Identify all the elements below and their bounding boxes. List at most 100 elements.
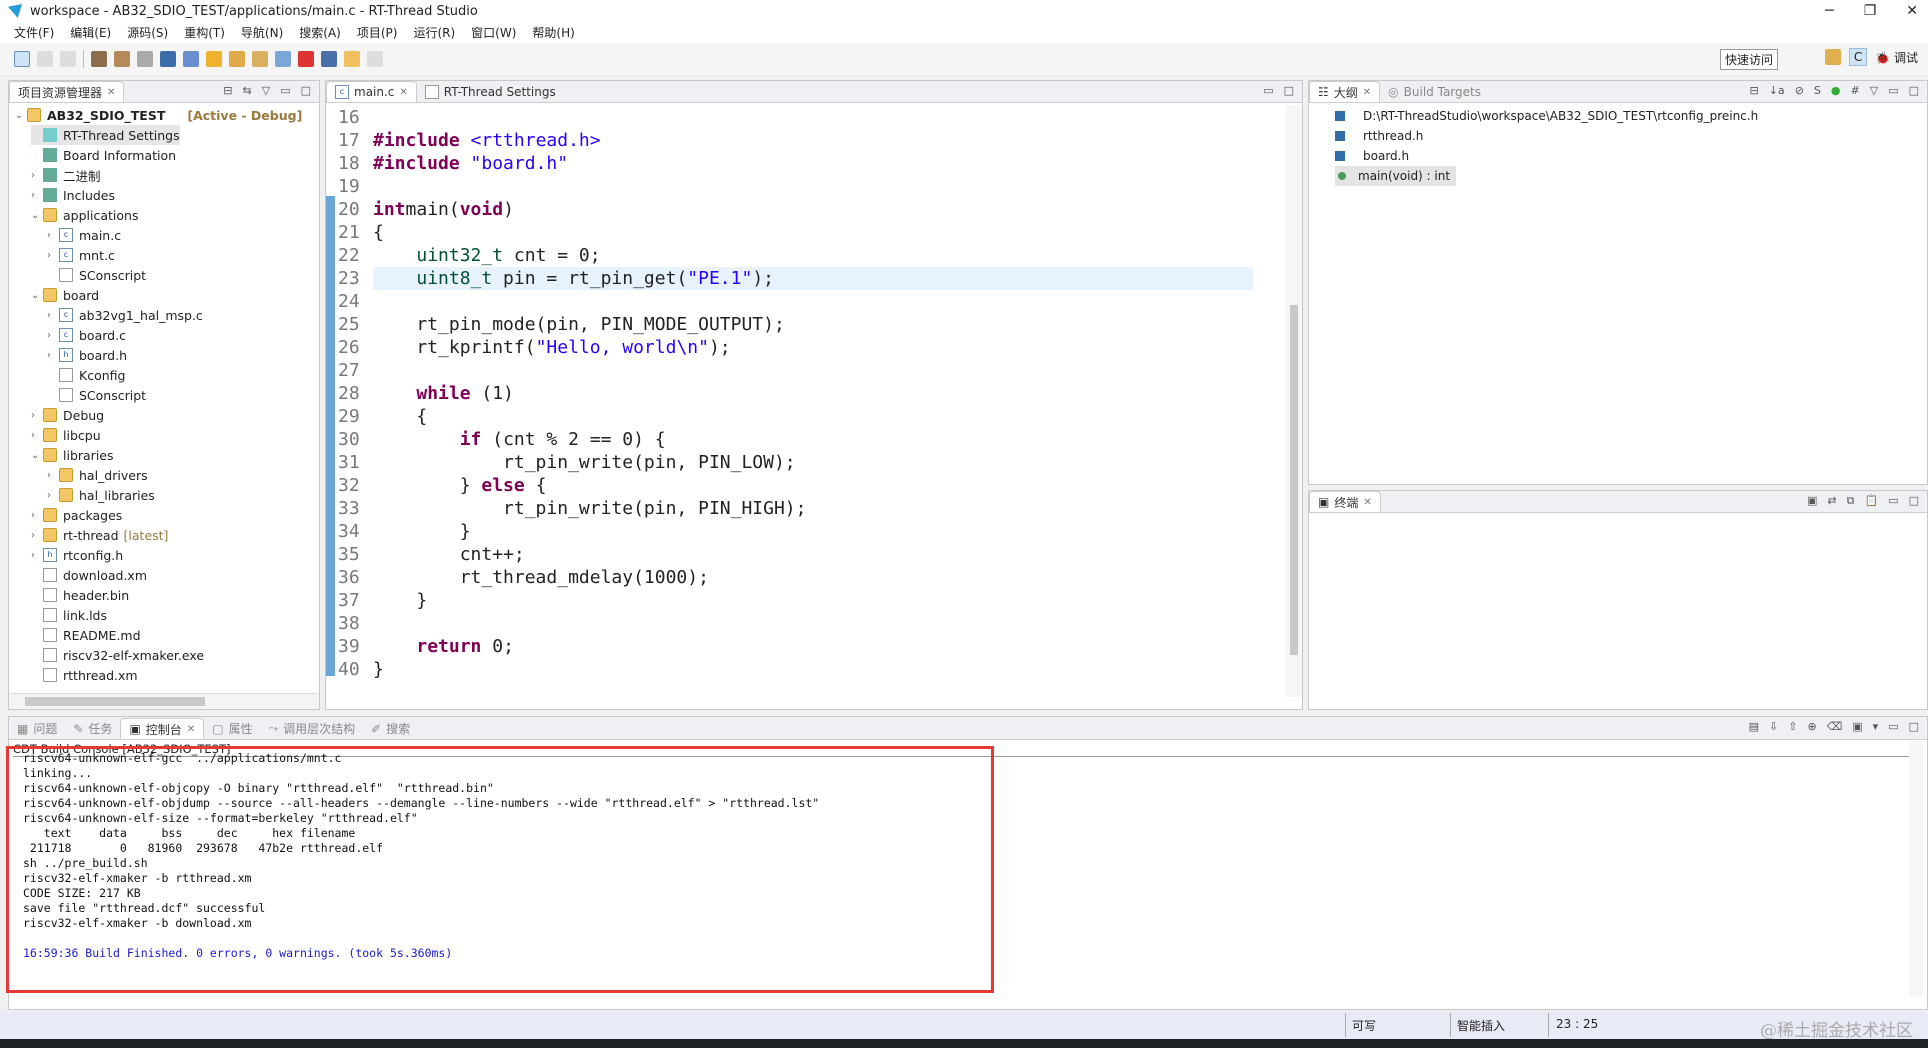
tree-item[interactable]: › Includes — [31, 185, 115, 205]
scroll-thumb[interactable] — [1290, 305, 1298, 655]
tab-call-hierarchy[interactable]: ⤳ 调用层次结构 — [261, 718, 364, 739]
outline-item[interactable]: rtthread.h — [1335, 126, 1423, 146]
tree-item[interactable]: › 二进制 — [31, 165, 101, 185]
tree-item[interactable]: rtthread.xm — [31, 665, 138, 685]
tree-item[interactable]: riscv32-elf-xmaker.exe — [31, 645, 204, 665]
terminal-icon[interactable] — [160, 51, 176, 67]
tree-item[interactable]: › c mnt.c — [47, 245, 115, 265]
outline-item[interactable]: main(void) : int — [1335, 166, 1457, 186]
expand-icon[interactable]: › — [47, 350, 59, 361]
forward-arrow-icon[interactable] — [367, 51, 383, 67]
copy-icon[interactable]: ⧉ — [1847, 494, 1855, 508]
clean-icon[interactable] — [114, 51, 130, 67]
expand-icon[interactable]: › — [31, 510, 43, 521]
menu-item[interactable]: 运行(R) — [413, 24, 455, 41]
maximize-icon[interactable]: □ — [1909, 720, 1919, 733]
close-icon[interactable]: ✕ — [1363, 87, 1371, 98]
tree-item[interactable]: › hal_drivers — [47, 465, 148, 485]
maximize-icon[interactable]: □ — [301, 84, 311, 97]
menu-item[interactable]: 文件(F) — [14, 24, 54, 41]
link-editor-icon[interactable]: ⇆ — [243, 84, 252, 97]
close-button[interactable]: ✕ — [1906, 0, 1918, 22]
new-icon[interactable] — [14, 51, 30, 67]
debug-icon[interactable] — [206, 51, 222, 67]
back-arrow-icon[interactable] — [344, 51, 360, 67]
hide-nonpublic-icon[interactable]: ● — [1831, 84, 1841, 97]
debug-perspective-button[interactable]: 🐞 调试 — [1875, 49, 1918, 66]
tree-item[interactable]: › c board.c — [47, 325, 126, 345]
collapse-all-icon[interactable]: ⊟ — [223, 84, 232, 97]
tree-item[interactable]: ⌄ applications — [31, 205, 138, 225]
collapse-all-icon[interactable]: ⊟ — [1750, 84, 1759, 97]
hide-static-icon[interactable]: S — [1814, 84, 1821, 97]
hide-fields-icon[interactable]: ⊘ — [1795, 84, 1804, 97]
expand-icon[interactable]: › — [47, 330, 59, 341]
minimize-icon[interactable]: ▭ — [1888, 84, 1898, 97]
sort-icon[interactable]: ↓a — [1769, 84, 1785, 97]
quick-access-field[interactable]: 快速访问 — [1719, 49, 1778, 70]
minimize-icon[interactable]: ▭ — [1888, 494, 1898, 508]
tree-item[interactable]: header.bin — [31, 585, 129, 605]
menu-item[interactable]: 搜索(A) — [299, 24, 341, 41]
tree-item[interactable]: › hal_libraries — [47, 485, 155, 505]
up-icon[interactable]: ⇧ — [1788, 720, 1797, 733]
tree-project-root[interactable]: ⌄ AB32_SDIO_TEST [Active - Debug] — [15, 105, 302, 125]
tree-item[interactable]: › packages — [31, 505, 122, 525]
editor-vscrollbar[interactable] — [1286, 105, 1302, 697]
minimize-icon[interactable]: ▭ — [280, 84, 290, 97]
toggle-icon[interactable]: ⇄ — [1827, 494, 1836, 508]
pen-icon[interactable] — [252, 51, 268, 67]
menu-item[interactable]: 项目(P) — [357, 24, 398, 41]
tab-outline[interactable]: ☷ 大纲 ✕ — [1309, 81, 1381, 102]
expand-icon[interactable]: › — [31, 530, 43, 541]
paste-icon[interactable]: 📋 — [1864, 494, 1878, 508]
tab-main-c[interactable]: c main.c ✕ — [326, 81, 417, 102]
book-icon[interactable] — [275, 51, 291, 67]
menu-item[interactable]: 编辑(E) — [70, 24, 111, 41]
menu-item[interactable]: 帮助(H) — [532, 24, 574, 41]
tree-item[interactable]: link.lds — [31, 605, 107, 625]
minimize-button[interactable]: ─ — [1825, 0, 1833, 22]
c-perspective-button[interactable]: C — [1848, 48, 1868, 66]
menu-item[interactable]: 重构(T) — [184, 24, 225, 41]
tab-project-explorer[interactable]: 项目资源管理器 ✕ — [9, 81, 125, 102]
expand-icon[interactable]: › — [31, 550, 43, 561]
tab-build-targets[interactable]: ◎ Build Targets — [1380, 81, 1489, 102]
expand-icon[interactable]: ⌄ — [31, 450, 43, 461]
tree-item[interactable]: SConscript — [47, 385, 146, 405]
open-perspective-icon[interactable] — [1824, 49, 1841, 65]
minimize-icon[interactable]: ▭ — [1263, 84, 1273, 97]
tree-item[interactable]: ⌄ board — [31, 285, 99, 305]
sdk-manager-icon[interactable] — [321, 51, 337, 67]
tree-item[interactable]: Kconfig — [47, 365, 125, 385]
tab-search[interactable]: ✐ 搜索 — [363, 718, 418, 739]
settings-icon[interactable] — [137, 51, 153, 67]
open-folder-icon[interactable] — [229, 51, 245, 67]
display-console-icon[interactable]: ▾ — [1873, 720, 1879, 733]
maximize-icon[interactable]: □ — [1909, 84, 1919, 97]
tree-item[interactable]: › Debug — [31, 405, 104, 425]
menu-item[interactable]: 导航(N) — [241, 24, 283, 41]
close-icon[interactable]: ✕ — [187, 724, 195, 735]
tree-item[interactable]: SConscript — [47, 265, 146, 285]
code-area[interactable]: 16 17 #include <rtthread.h> 18 #include "boa… — [326, 105, 1286, 693]
expand-icon[interactable]: › — [47, 230, 59, 241]
view-menu-icon[interactable]: ▽ — [262, 84, 270, 97]
new-console-icon[interactable]: ▣ — [1852, 720, 1862, 733]
menu-item[interactable]: 窗口(W) — [471, 24, 516, 41]
maximize-icon[interactable]: □ — [1909, 494, 1919, 508]
group-icon[interactable]: # — [1851, 84, 1860, 97]
close-icon[interactable]: ✕ — [107, 87, 115, 98]
tree-item[interactable]: › h board.h — [47, 345, 127, 365]
tree-item[interactable]: › rt-thread [latest] — [31, 525, 168, 545]
expand-icon[interactable]: › — [31, 190, 43, 201]
sdk-icon[interactable] — [183, 51, 199, 67]
tree-item[interactable]: ⌄ libraries — [31, 445, 114, 465]
expand-icon[interactable]: › — [31, 430, 43, 441]
tree-item[interactable]: README.md — [31, 625, 141, 645]
close-icon[interactable]: ✕ — [399, 87, 407, 98]
maximize-icon[interactable]: □ — [1284, 84, 1294, 97]
open-terminal-icon[interactable]: ▣ — [1807, 494, 1817, 508]
tree-item[interactable]: › h rtconfig.h — [31, 545, 123, 565]
scroll-lock-icon[interactable]: ⇩ — [1769, 720, 1778, 733]
